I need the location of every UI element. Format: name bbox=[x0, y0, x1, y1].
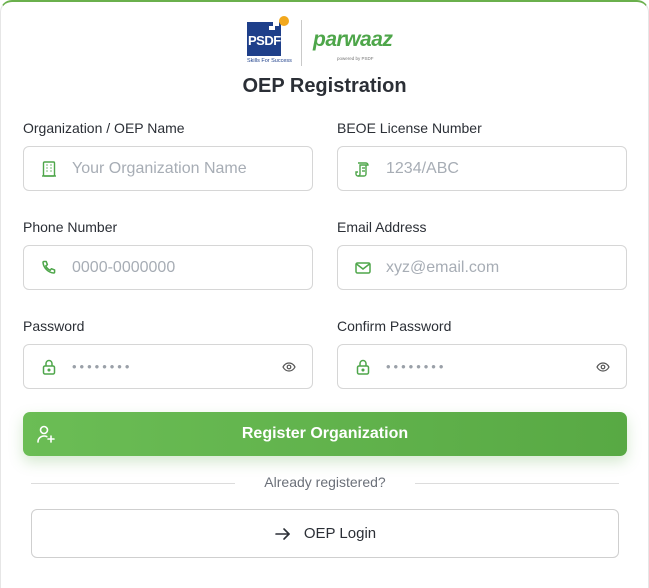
lock-icon bbox=[354, 358, 372, 376]
building-icon bbox=[40, 160, 58, 178]
page-title: OEP Registration bbox=[242, 75, 407, 97]
phone-input[interactable] bbox=[72, 246, 272, 289]
email-input[interactable] bbox=[386, 246, 586, 289]
email-label: Email Address bbox=[337, 219, 427, 235]
parwaaz-logo: parwaaz bbox=[313, 28, 393, 51]
phone-icon bbox=[40, 259, 58, 277]
add-user-icon bbox=[35, 423, 57, 445]
license-field: BEOE License Number bbox=[337, 119, 627, 191]
mail-icon bbox=[354, 259, 372, 277]
eye-icon[interactable] bbox=[282, 360, 296, 374]
org-name-input[interactable] bbox=[72, 147, 272, 190]
parwaaz-tagline: powered by PSDF bbox=[337, 56, 374, 61]
psdf-logo: PSDF Skills For Success bbox=[247, 16, 293, 70]
org-name-field: Organization / OEP Name bbox=[23, 119, 313, 191]
registration-card: PSDF Skills For Success parwaaz powered … bbox=[0, 0, 649, 588]
password-input[interactable] bbox=[72, 345, 272, 388]
email-field: Email Address bbox=[337, 218, 627, 290]
confirm-password-input[interactable] bbox=[386, 345, 586, 388]
confirm-password-field: Confirm Password bbox=[337, 317, 627, 389]
license-input[interactable] bbox=[386, 147, 586, 190]
eye-icon[interactable] bbox=[596, 360, 610, 374]
oep-login-button[interactable]: OEP Login bbox=[31, 509, 619, 558]
lock-icon bbox=[40, 358, 58, 376]
psdf-logo-text: PSDF bbox=[248, 33, 281, 48]
org-name-label: Organization / OEP Name bbox=[23, 120, 185, 136]
register-button-label: Register Organization bbox=[241, 425, 409, 442]
logo-divider bbox=[301, 20, 302, 66]
already-registered-text: Already registered? bbox=[264, 474, 386, 490]
phone-label: Phone Number bbox=[23, 219, 118, 235]
divider-line-left bbox=[31, 483, 235, 484]
logo-header: PSDF Skills For Success parwaaz powered … bbox=[1, 14, 648, 72]
confirm-password-label: Confirm Password bbox=[337, 318, 452, 334]
psdf-tagline: Skills For Success bbox=[247, 58, 292, 64]
document-icon bbox=[354, 160, 372, 178]
password-label: Password bbox=[23, 318, 85, 334]
license-label: BEOE License Number bbox=[337, 120, 482, 136]
phone-field: Phone Number bbox=[23, 218, 313, 290]
divider-line-right bbox=[415, 483, 619, 484]
register-organization-button[interactable]: Register Organization bbox=[23, 412, 627, 456]
arrow-right-icon bbox=[274, 525, 292, 543]
login-button-label: OEP Login bbox=[303, 525, 377, 542]
password-field: Password bbox=[23, 317, 313, 389]
